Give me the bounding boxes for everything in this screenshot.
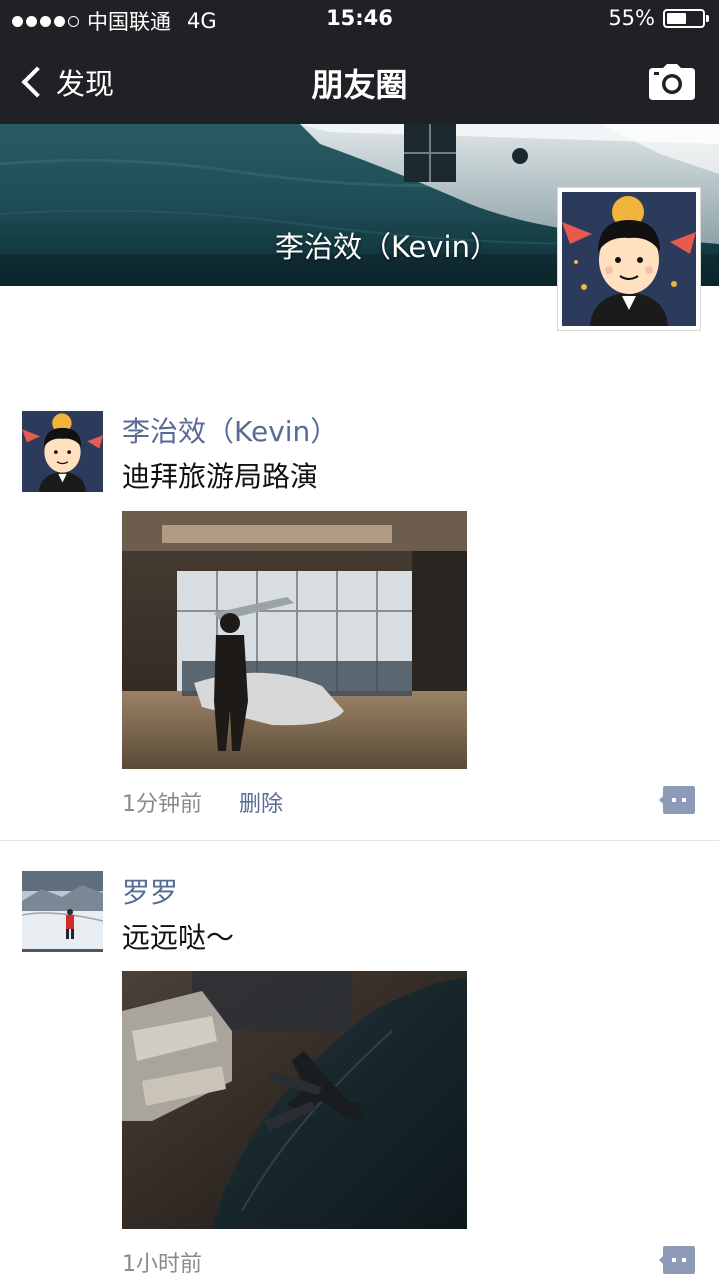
delete-button[interactable]: 删除 [239, 786, 283, 818]
post-photo[interactable] [122, 511, 467, 769]
navigation-bar: 发现 朋友圈 [0, 40, 719, 124]
post-text: 迪拜旅游局路演 [122, 460, 319, 493]
post-avatar[interactable] [22, 871, 103, 952]
snow-mountain-avatar-image [22, 871, 103, 952]
profile-avatar[interactable] [557, 187, 701, 331]
cartoon-avatar-image [562, 192, 696, 326]
camera-button[interactable] [649, 64, 695, 100]
cartoon-avatar-image [22, 411, 103, 492]
post-author-name[interactable]: 李治效（Kevin） [122, 410, 338, 450]
airplane-pin-photo-image [122, 971, 467, 1229]
status-right: 55% [608, 6, 709, 30]
status-bar: 中国联通 4G 15:46 55% [0, 0, 719, 40]
post-photo[interactable] [122, 971, 467, 1229]
cover-user-name: 李治效（Kevin） [274, 230, 499, 264]
post-timestamp: 1小时前 [122, 1252, 202, 1277]
post-author-name[interactable]: 罗罗 [122, 871, 178, 911]
comment-icon [659, 1246, 695, 1274]
page-title: 朋友圈 [311, 66, 408, 104]
top-bar: 中国联通 4G 15:46 55% 发现 朋友圈 [0, 0, 719, 124]
post-timestamp: 1分钟前 [122, 792, 202, 817]
comment-button[interactable] [659, 1246, 695, 1274]
post-avatar[interactable] [22, 411, 103, 492]
post-text: 远远哒～ [122, 921, 235, 954]
roadshow-photo-image [122, 511, 467, 769]
post-divider [0, 840, 719, 841]
battery-icon [663, 8, 709, 28]
battery-fill [667, 12, 686, 24]
battery-percent: 55% [608, 6, 655, 30]
camera-icon [649, 64, 695, 100]
comment-button[interactable] [659, 786, 695, 814]
comment-icon [659, 786, 695, 814]
